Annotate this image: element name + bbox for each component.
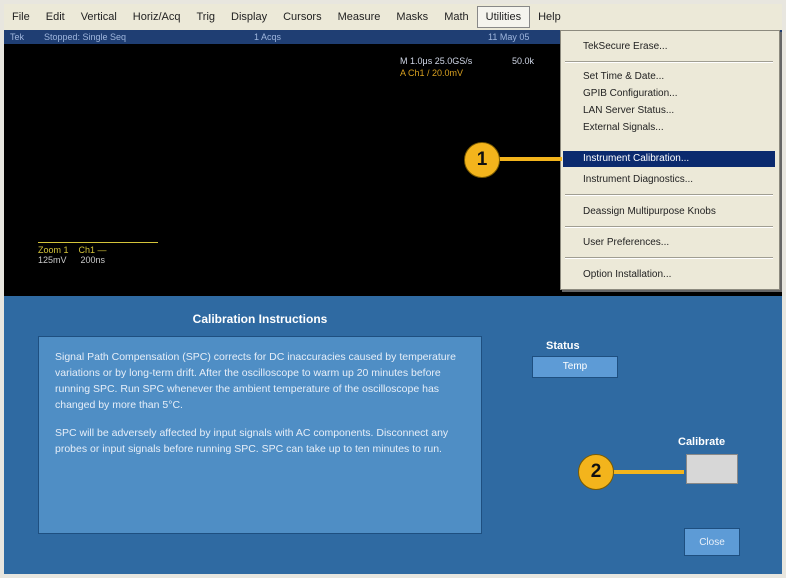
menu-measure[interactable]: Measure [330, 4, 389, 30]
menu-separator [565, 61, 773, 63]
status-brand: Tek [10, 32, 25, 42]
record-length-readout: 50.0k [512, 56, 535, 66]
menu-item-set-time-date[interactable]: Set Time & Date... [583, 69, 775, 85]
callout-1-leader [496, 157, 562, 161]
menu-item-external-signals[interactable]: External Signals... [583, 120, 775, 136]
callout-2-badge: 2 [578, 454, 614, 490]
timebase-readout: M 1.0μs 25.0GS/s [400, 56, 473, 66]
ch1-label: Ch1 — [78, 245, 107, 255]
menu-item-teksecure-erase[interactable]: TekSecure Erase... [583, 39, 775, 55]
menu-item-lan-server-status[interactable]: LAN Server Status... [583, 103, 775, 119]
calibrate-button[interactable] [686, 454, 738, 484]
vertical-scale: 125mV [38, 255, 67, 265]
menu-vertical[interactable]: Vertical [73, 4, 125, 30]
menu-separator [565, 194, 773, 196]
status-run-state: Stopped: Single Seq [44, 32, 127, 42]
trigger-readout: A Ch1 / 20.0mV [400, 68, 464, 78]
status-acq-count: 1 Acqs [254, 32, 282, 42]
calibration-panel: Calibration Instructions Signal Path Com… [4, 296, 782, 574]
status-label: Status [546, 340, 580, 352]
callout-1-badge: 1 [464, 142, 500, 178]
menu-item-deassign-knobs[interactable]: Deassign Multipurpose Knobs [583, 204, 775, 220]
menu-file[interactable]: File [4, 4, 38, 30]
status-value: Temp [532, 356, 618, 378]
calibration-instructions-box: Signal Path Compensation (SPC) corrects … [38, 336, 482, 534]
menu-item-instrument-calibration[interactable]: Instrument Calibration... [563, 151, 775, 167]
menu-trig[interactable]: Trig [188, 4, 223, 30]
menu-item-gpib-configuration[interactable]: GPIB Configuration... [583, 86, 775, 102]
menu-utilities[interactable]: Utilities [476, 6, 531, 28]
zoom-label: Zoom 1 [38, 245, 69, 255]
menu-cursors[interactable]: Cursors [275, 4, 330, 30]
menu-horiz-acq[interactable]: Horiz/Acq [125, 4, 189, 30]
callout-2-leader [608, 470, 684, 474]
close-button[interactable]: Close [684, 528, 740, 556]
menu-item-user-preferences[interactable]: User Preferences... [583, 235, 775, 251]
channel-readout-line [38, 242, 158, 243]
calibrate-label: Calibrate [678, 436, 726, 448]
utilities-dropdown-menu: TekSecure Erase... Set Time & Date... GP… [560, 30, 780, 290]
calibration-title: Calibration Instructions [192, 312, 328, 326]
menu-math[interactable]: Math [436, 4, 476, 30]
menu-help[interactable]: Help [530, 4, 569, 30]
instructions-paragraph-1: Signal Path Compensation (SPC) corrects … [55, 351, 456, 411]
horizontal-scale: 200ns [80, 255, 106, 265]
menu-masks[interactable]: Masks [388, 4, 436, 30]
oscilloscope-window: File Edit Vertical Horiz/Acq Trig Displa… [0, 0, 786, 578]
menu-item-instrument-diagnostics[interactable]: Instrument Diagnostics... [583, 172, 775, 188]
instructions-paragraph-2: SPC will be adversely affected by input … [55, 427, 449, 455]
status-date: 11 May 05 [488, 32, 530, 42]
menu-separator [565, 226, 773, 228]
menu-item-option-installation[interactable]: Option Installation... [583, 267, 775, 283]
channel-readout: Zoom 1 Ch1 — 125mV 200ns [38, 242, 158, 265]
menu-edit[interactable]: Edit [38, 4, 73, 30]
menu-display[interactable]: Display [223, 4, 275, 30]
menu-bar: File Edit Vertical Horiz/Acq Trig Displa… [4, 4, 782, 31]
menu-separator [565, 257, 773, 259]
